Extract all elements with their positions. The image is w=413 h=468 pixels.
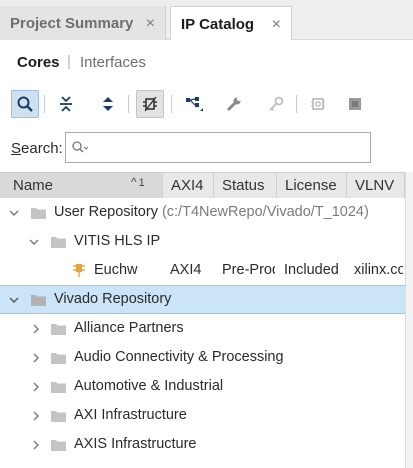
hierarchy-icon xyxy=(186,97,203,111)
ip-filter-icon xyxy=(143,96,157,112)
chevron-right-icon[interactable] xyxy=(30,381,42,393)
sort-indicator: ^ 1 xyxy=(131,175,145,189)
repository-name: User Repository xyxy=(54,204,158,220)
search-icon xyxy=(72,141,89,153)
ip-catalog-tree: User Repository (c:/T4NewRepo/Vivado/T_10… xyxy=(0,198,413,468)
ip-filter-button[interactable] xyxy=(136,90,164,118)
editor-tab-bar: Project Summary × IP Catalog × xyxy=(0,0,413,41)
chevron-down-icon[interactable] xyxy=(28,236,40,248)
tree-row[interactable]: AXI Infrastructure xyxy=(0,401,413,430)
search-icon xyxy=(17,96,33,112)
chevron-right-icon[interactable] xyxy=(30,439,42,451)
ip-axi4: AXI4 xyxy=(170,262,202,278)
folder-icon xyxy=(51,440,66,451)
tree-row-label: Automotive & Industrial xyxy=(74,378,224,394)
toolbar-divider xyxy=(44,95,45,113)
tree-row[interactable]: Audio Connectivity & Processing xyxy=(0,343,413,372)
tree-row-label: User Repository (c:/T4NewRepo/Vivado/T_10… xyxy=(54,204,369,220)
collapse-all-button[interactable] xyxy=(52,90,80,118)
folder-icon xyxy=(51,353,66,364)
tree-row[interactable]: Automotive & Industrial xyxy=(0,372,413,401)
catalog-toolbar xyxy=(0,87,413,121)
folder-icon xyxy=(51,324,66,335)
tree-row-label: AXI Infrastructure xyxy=(74,407,187,423)
column-header-license[interactable]: License xyxy=(277,173,347,198)
tree-row[interactable]: Alliance Partners xyxy=(0,314,413,343)
tree-row-label: VITIS HLS IP xyxy=(74,233,161,249)
tree-row[interactable]: AXIS Infrastructure xyxy=(0,430,413,459)
chevron-right-icon[interactable] xyxy=(30,323,42,335)
search-label: Search: xyxy=(11,140,63,157)
hierarchy-button[interactable] xyxy=(180,90,208,118)
chip-icon xyxy=(311,98,325,110)
search-field[interactable] xyxy=(65,132,371,163)
settings-button[interactable] xyxy=(220,90,248,118)
folder-icon xyxy=(51,237,66,248)
block-button[interactable] xyxy=(341,90,369,118)
chevron-right-icon[interactable] xyxy=(30,352,42,364)
search-label-text: earch: xyxy=(21,140,63,157)
ip-status: Pre-Production xyxy=(222,262,275,278)
collapse-all-icon xyxy=(60,96,72,112)
tree-row[interactable]: User Repository (c:/T4NewRepo/Vivado/T_10… xyxy=(0,198,413,227)
vertical-scrollbar[interactable] xyxy=(405,172,413,468)
tree-row-label: Alliance Partners xyxy=(74,320,184,336)
tree-row-label: AXIS Infrastructure xyxy=(74,436,197,452)
folder-icon xyxy=(31,295,46,306)
toolbar-divider xyxy=(128,95,129,113)
toolbar-divider xyxy=(171,95,172,113)
sort-ascending-icon: ^ xyxy=(131,175,137,189)
repository-path: (c:/T4NewRepo/Vivado/T_1024) xyxy=(161,204,369,220)
table-row[interactable]: Euchw AXI4 Pre-Production Included xilin… xyxy=(0,256,413,285)
wrench-icon xyxy=(226,97,241,112)
expand-all-button[interactable] xyxy=(94,90,122,118)
expand-all-icon xyxy=(103,97,113,111)
folder-icon xyxy=(51,382,66,393)
chip-button[interactable] xyxy=(304,90,332,118)
tree-row-label: Audio Connectivity & Processing xyxy=(74,349,284,365)
column-header-vlnv[interactable]: VLNV xyxy=(347,173,405,198)
table-header: Name ^ 1 AXI4 Status License VLNV xyxy=(0,172,413,198)
close-icon[interactable]: × xyxy=(272,16,281,34)
tab-label: IP Catalog xyxy=(181,15,255,33)
chevron-right-icon[interactable] xyxy=(30,410,42,422)
sort-order: 1 xyxy=(138,177,145,189)
tab-cores[interactable]: Cores xyxy=(17,54,60,71)
search-button[interactable] xyxy=(11,90,39,118)
column-header-name[interactable]: Name ^ 1 xyxy=(0,173,163,198)
search-input[interactable] xyxy=(92,136,366,159)
ip-core-icon xyxy=(73,264,85,277)
tab-ip-catalog[interactable]: IP Catalog × xyxy=(170,6,292,41)
column-header-axi4[interactable]: AXI4 xyxy=(163,173,214,198)
key-icon xyxy=(269,96,284,111)
ip-vlnv: xilinx.com:hls:euchw:1.0 xyxy=(354,262,403,278)
search-label-mnemonic: S xyxy=(11,140,22,157)
tree-row[interactable]: Vivado Repository xyxy=(0,285,413,314)
tab-label: Project Summary xyxy=(10,14,134,32)
folder-icon xyxy=(51,411,66,422)
close-icon[interactable]: × xyxy=(146,15,155,33)
tree-row[interactable]: VITIS HLS IP xyxy=(0,227,413,256)
toolbar-divider xyxy=(296,95,297,113)
column-header-label: Name xyxy=(13,177,54,194)
tree-row-label: Vivado Repository xyxy=(54,291,172,307)
column-header-status[interactable]: Status xyxy=(214,173,277,198)
block-icon xyxy=(349,98,361,110)
search-row: Search: xyxy=(0,121,413,171)
subtab-separator: | xyxy=(67,53,71,70)
chevron-down-icon[interactable] xyxy=(8,207,20,219)
tab-interfaces[interactable]: Interfaces xyxy=(80,54,146,71)
folder-icon xyxy=(31,208,46,219)
catalog-subtabs: Cores | Interfaces xyxy=(0,40,413,87)
tab-project-summary[interactable]: Project Summary × xyxy=(0,6,166,40)
chevron-down-icon[interactable] xyxy=(8,294,20,306)
ip-name: Euchw xyxy=(94,262,138,278)
ip-license: Included xyxy=(284,262,339,278)
license-button[interactable] xyxy=(262,90,290,118)
